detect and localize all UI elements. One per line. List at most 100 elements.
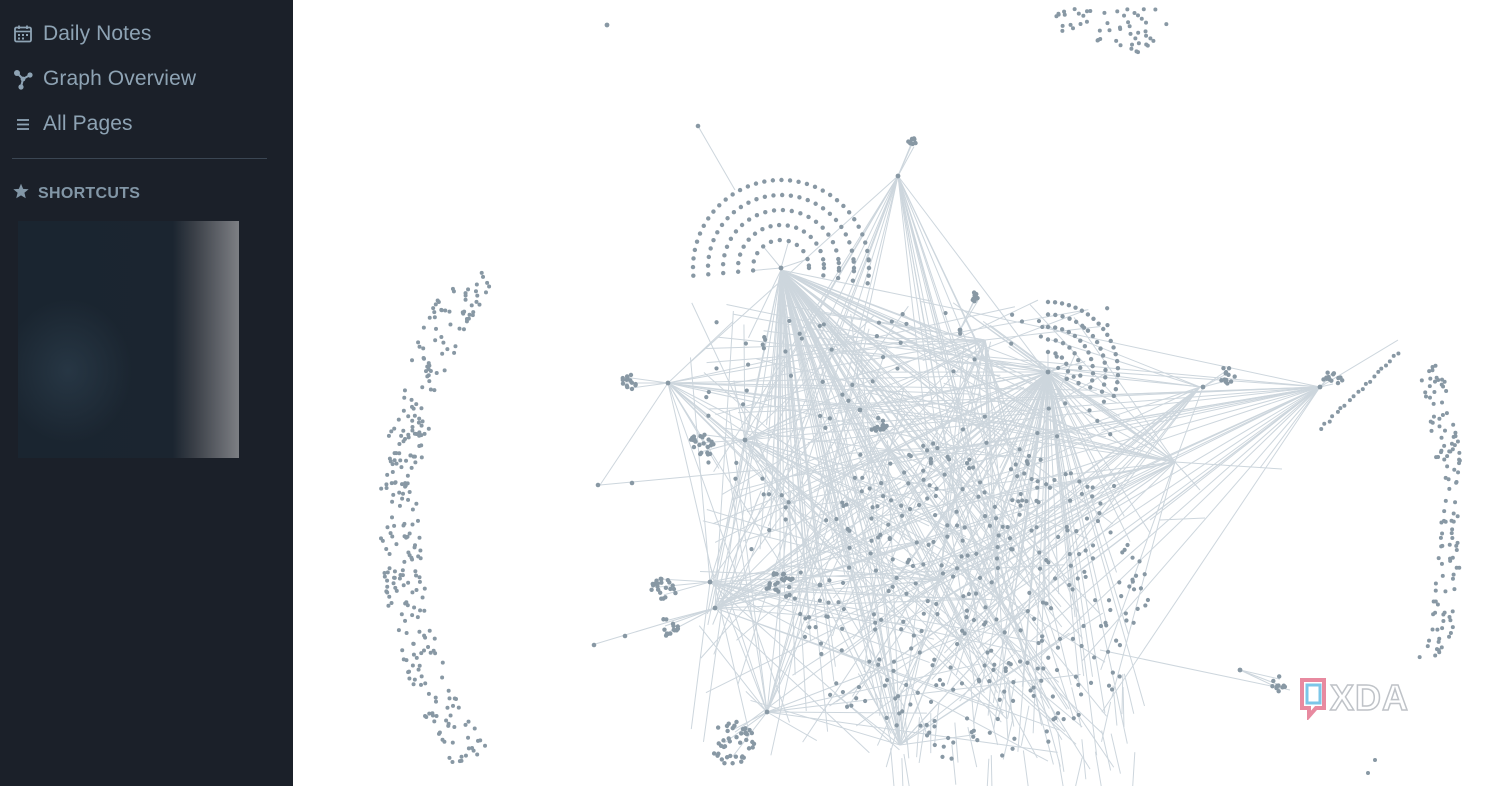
graph-node	[1085, 328, 1091, 333]
graph-node	[423, 714, 428, 719]
graph-node	[867, 659, 872, 664]
graph-node	[380, 538, 385, 543]
graph-node	[1427, 384, 1432, 389]
graph-node	[899, 503, 904, 508]
graph-node	[921, 562, 926, 567]
graph-node	[694, 239, 700, 244]
graph-node	[1427, 638, 1432, 643]
graph-node	[717, 203, 722, 208]
graph-node	[1440, 543, 1445, 548]
graph-node	[805, 197, 810, 203]
graph-node	[1115, 365, 1121, 371]
graph-node	[891, 659, 897, 664]
graph-node	[771, 193, 776, 198]
graph-visualization[interactable]	[293, 0, 1500, 786]
graph-node	[418, 608, 423, 613]
graph-node	[1099, 389, 1105, 394]
graph-node	[820, 257, 826, 262]
graph-node	[411, 454, 416, 459]
graph-canvas[interactable]	[293, 0, 1500, 786]
graph-node	[1107, 28, 1112, 33]
graph-node	[1457, 450, 1462, 455]
graph-node	[847, 545, 852, 550]
graph-node	[975, 738, 980, 743]
graph-node	[762, 179, 767, 184]
graph-node	[392, 569, 397, 574]
graph-node	[712, 605, 718, 611]
graph-node	[1095, 418, 1100, 424]
graph-edge	[1094, 751, 1102, 786]
graph-node	[708, 443, 714, 448]
graph-node	[930, 663, 935, 668]
graph-node	[1164, 22, 1169, 27]
graph-node	[753, 181, 759, 186]
graph-node	[1067, 551, 1072, 557]
graph-node	[446, 688, 451, 693]
graph-node	[417, 575, 422, 580]
graph-node	[881, 493, 886, 499]
graph-node	[764, 586, 769, 591]
graph-node	[1076, 11, 1081, 16]
graph-node	[951, 574, 956, 579]
graph-node	[808, 234, 813, 240]
graph-node	[971, 734, 976, 739]
graph-node	[969, 730, 974, 735]
graph-node	[1065, 369, 1071, 374]
graph-node	[1391, 353, 1396, 358]
graph-node	[760, 227, 765, 232]
graph-node	[464, 317, 469, 322]
graph-node	[1060, 28, 1065, 33]
graph-node	[821, 273, 826, 278]
graph-node	[433, 651, 438, 656]
graph-node	[487, 284, 492, 289]
graph-node	[1425, 644, 1430, 649]
sidebar-item-daily-notes[interactable]: Daily Notes	[12, 19, 151, 49]
graph-node	[1448, 631, 1453, 636]
sidebar-item-all-pages[interactable]: All Pages	[12, 109, 133, 139]
graph-node	[448, 713, 453, 718]
graph-node	[867, 486, 872, 491]
graph-node	[1052, 300, 1058, 305]
sidebar-item-graph-overview[interactable]: Graph Overview	[12, 64, 196, 94]
graph-edge	[1110, 733, 1121, 774]
graph-node	[1031, 685, 1036, 690]
graph-node	[1066, 302, 1072, 308]
graph-node	[418, 682, 423, 687]
graph-node	[1448, 618, 1453, 623]
graph-node	[400, 648, 405, 653]
graph-node	[1098, 623, 1104, 629]
graph-node	[761, 492, 766, 497]
graph-node	[997, 697, 1002, 702]
graph-node	[399, 465, 404, 470]
graph-node	[1423, 390, 1428, 395]
graph-node	[1135, 13, 1140, 18]
graph-node	[1028, 688, 1033, 693]
graph-node	[737, 252, 743, 257]
graph-node	[1396, 351, 1401, 356]
graph-node	[890, 557, 895, 562]
graph-node	[799, 336, 804, 341]
graph-node	[1456, 470, 1461, 475]
graph-node	[714, 320, 719, 325]
graph-node	[875, 504, 880, 509]
graph-node	[880, 422, 886, 428]
graph-node	[962, 525, 967, 530]
graph-node	[629, 386, 635, 392]
graph-node	[1117, 580, 1122, 585]
graph-node	[690, 435, 695, 441]
graph-node	[924, 722, 929, 728]
graph-node	[916, 502, 922, 508]
graph-node	[419, 423, 424, 428]
graph-node	[987, 678, 992, 684]
graph-edge	[903, 753, 910, 786]
graph-node	[1009, 341, 1014, 346]
graph-node	[1383, 363, 1388, 368]
graph-node	[1447, 634, 1452, 639]
graph-node	[973, 591, 979, 596]
graph-node	[1055, 645, 1061, 650]
graph-node	[1053, 576, 1058, 581]
graph-node	[919, 628, 924, 634]
graph-node	[1013, 462, 1018, 467]
graph-node	[459, 754, 464, 759]
graph-node	[407, 553, 412, 558]
